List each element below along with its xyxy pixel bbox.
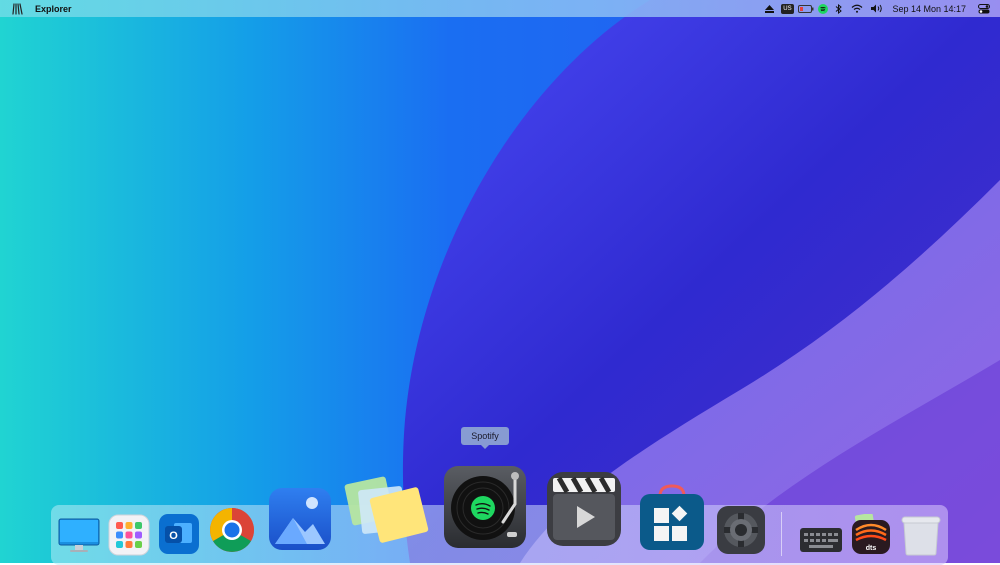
menu-bar: Explorer US Sep 14 Mon 14:17: [0, 0, 1000, 17]
explorer-logo-icon[interactable]: [11, 2, 25, 15]
dts-glyph: dts: [866, 545, 877, 552]
keyboard-layout-indicator[interactable]: US: [778, 0, 796, 17]
dock-tooltip: Spotify: [461, 427, 509, 449]
control-center-icon[interactable]: [974, 0, 994, 17]
dts-audio-icon[interactable]: dts: [850, 514, 892, 556]
video-clapper-icon[interactable]: [545, 470, 623, 548]
chrome-icon[interactable]: [208, 506, 256, 554]
outlook-glyph: O: [169, 530, 178, 542]
trash-icon[interactable]: [898, 513, 944, 557]
wifi-icon[interactable]: [846, 0, 868, 17]
bluetooth-icon[interactable]: [830, 0, 846, 17]
desktop-monitor-icon[interactable]: [57, 516, 101, 556]
photos-icon[interactable]: [267, 486, 333, 552]
eject-icon[interactable]: [760, 0, 778, 17]
menubar-clock[interactable]: Sep 14 Mon 14:17: [892, 4, 966, 14]
battery-icon[interactable]: [796, 0, 816, 17]
launchpad-grid-icon[interactable]: [108, 514, 150, 556]
app-store-bag-icon[interactable]: [638, 482, 706, 552]
volume-icon[interactable]: [868, 0, 886, 17]
sticky-notes-icon[interactable]: [340, 470, 432, 546]
spotify-tray-icon[interactable]: [816, 0, 830, 17]
dock-separator: [781, 512, 782, 556]
keyboard-icon[interactable]: [799, 525, 843, 555]
settings-gear-icon[interactable]: [716, 505, 766, 555]
outlook-icon[interactable]: O: [158, 513, 200, 555]
keyboard-layout-label: US: [781, 3, 794, 14]
spotify-turntable-icon[interactable]: [443, 464, 527, 550]
status-area: US Sep 14 Mon 14:17: [760, 0, 1000, 17]
active-app-name[interactable]: Explorer: [35, 4, 72, 14]
